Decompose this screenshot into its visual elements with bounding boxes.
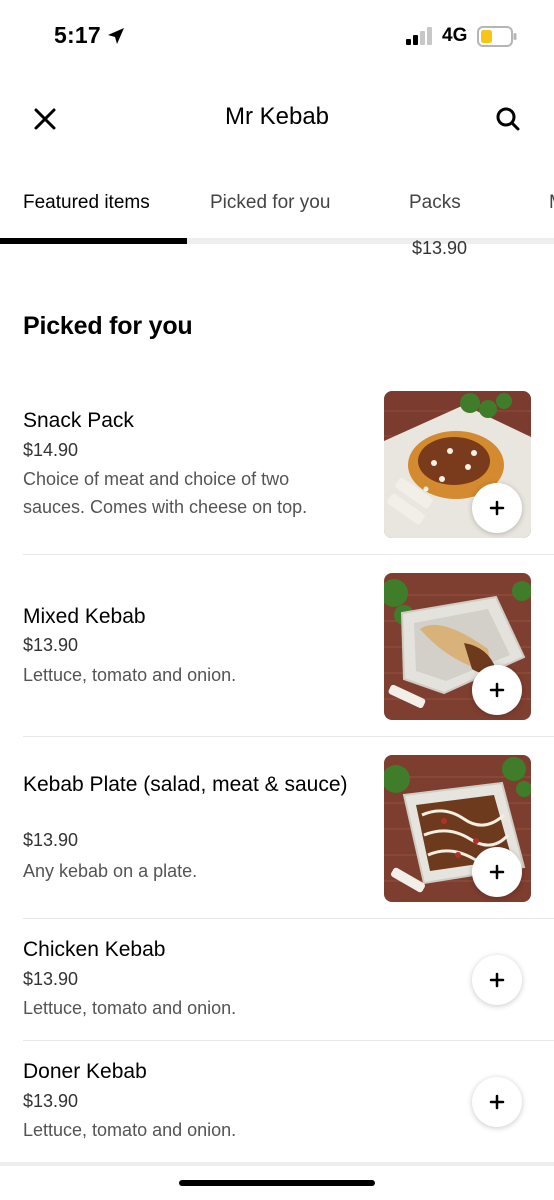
plus-icon bbox=[489, 682, 505, 698]
plus-icon bbox=[489, 972, 505, 988]
add-to-cart-button[interactable] bbox=[472, 665, 522, 715]
menu-item[interactable]: Chicken Kebab $13.90 Lettuce, tomato and… bbox=[0, 919, 554, 1041]
location-arrow-icon bbox=[108, 28, 124, 44]
item-price: $13.90 bbox=[23, 830, 79, 850]
item-price: $13.90 bbox=[23, 969, 79, 989]
add-to-cart-button[interactable] bbox=[472, 955, 522, 1005]
search-button[interactable] bbox=[491, 102, 525, 136]
item-description: Choice of meat and choice of two sauces.… bbox=[23, 469, 308, 517]
menu-item[interactable]: Doner Kebab $13.90 Lettuce, tomato and o… bbox=[0, 1041, 554, 1162]
tab-featured-items[interactable]: Featured items bbox=[23, 192, 150, 214]
item-price: $13.90 bbox=[23, 1091, 79, 1111]
item-image[interactable] bbox=[384, 573, 531, 720]
network-label: 4G bbox=[442, 25, 468, 46]
item-image[interactable] bbox=[384, 755, 531, 902]
menu-item[interactable]: Mixed Kebab $13.90 Lettuce, tomato and o… bbox=[0, 555, 554, 737]
add-to-cart-button[interactable] bbox=[472, 847, 522, 897]
clipped-price: $13.90 bbox=[412, 238, 468, 256]
item-name: Mixed Kebab bbox=[23, 605, 146, 628]
category-tabs: Featured items Picked for you Packs M bbox=[0, 176, 554, 244]
add-to-cart-button[interactable] bbox=[472, 1077, 522, 1127]
plus-icon bbox=[489, 1094, 505, 1110]
home-indicator[interactable] bbox=[179, 1180, 375, 1186]
item-price: $14.90 bbox=[23, 440, 79, 460]
item-image[interactable] bbox=[384, 391, 531, 538]
item-name: Doner Kebab bbox=[23, 1060, 147, 1083]
menu-item[interactable]: Kebab Plate (salad, meat & sauce) $13.90… bbox=[0, 737, 554, 919]
tab-picked-for-you[interactable]: Picked for you bbox=[210, 192, 330, 214]
signal-bars-icon bbox=[406, 27, 432, 45]
item-name: Chicken Kebab bbox=[23, 938, 166, 961]
add-to-cart-button[interactable] bbox=[472, 483, 522, 533]
item-name: Snack Pack bbox=[23, 409, 134, 432]
search-icon bbox=[496, 107, 520, 131]
item-description: Lettuce, tomato and onion. bbox=[23, 665, 237, 685]
status-bar: 5:17 4G bbox=[0, 0, 554, 74]
active-tab-indicator bbox=[0, 238, 187, 244]
item-name: Kebab Plate (salad, meat & sauce) bbox=[23, 773, 348, 796]
item-description: Lettuce, tomato and onion. bbox=[23, 1120, 237, 1140]
page-title: Mr Kebab bbox=[224, 103, 330, 130]
tab-next-partial[interactable]: M bbox=[549, 192, 554, 214]
battery-icon bbox=[477, 26, 517, 47]
plus-icon bbox=[489, 864, 505, 880]
status-time: 5:17 bbox=[54, 22, 101, 48]
menu-item[interactable]: Snack Pack $14.90 Choice of meat and cho… bbox=[0, 372, 554, 555]
plus-icon bbox=[489, 500, 505, 516]
tab-packs[interactable]: Packs bbox=[409, 192, 461, 214]
section-title: Picked for you bbox=[23, 312, 193, 340]
item-description: Any kebab on a plate. bbox=[23, 861, 198, 881]
store-header: Mr Kebab bbox=[0, 84, 554, 154]
item-price: $13.90 bbox=[23, 635, 79, 655]
item-description: Lettuce, tomato and onion. bbox=[23, 998, 237, 1018]
